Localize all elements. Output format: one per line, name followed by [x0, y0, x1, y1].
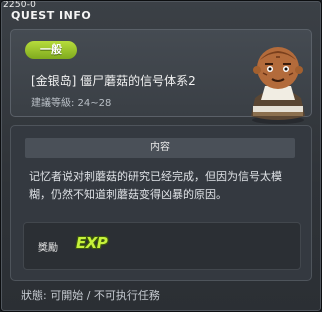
quest-title: [金银岛] 僵尸蘑菇的信号体系2	[31, 74, 196, 88]
quest-info-window: 2250-0 QUEST INFO 一般 [金银岛] 僵尸蘑菇的信号体系2 建議…	[0, 0, 322, 312]
reward-box: 獎勵 EXP	[23, 222, 301, 270]
npc-portrait-icon	[251, 47, 305, 124]
quest-description: 记忆者说对刺蘑菇的研究已经完成，但因为信号太模糊，仍然不知道刺蘑菇变得凶暴的原因…	[29, 170, 282, 201]
exp-reward-icon: EXP	[76, 234, 108, 252]
quest-status: 狀態: 可開始 / 不可执行任務	[21, 289, 160, 302]
quest-category-badge: 一般	[25, 41, 77, 59]
content-header: 内容	[25, 138, 295, 158]
quest-content-panel: 内容 记忆者说对刺蘑菇的研究已经完成，但因为信号太模糊，仍然不知道刺蘑菇变得凶暴…	[10, 125, 312, 281]
quest-level-range: 建議等級: 24~28	[31, 98, 112, 109]
reward-label: 獎勵	[38, 243, 58, 254]
window-title: QUEST INFO	[11, 9, 92, 22]
quest-summary-card: 一般 [金银岛] 僵尸蘑菇的信号体系2 建議等級: 24~28	[10, 29, 312, 124]
